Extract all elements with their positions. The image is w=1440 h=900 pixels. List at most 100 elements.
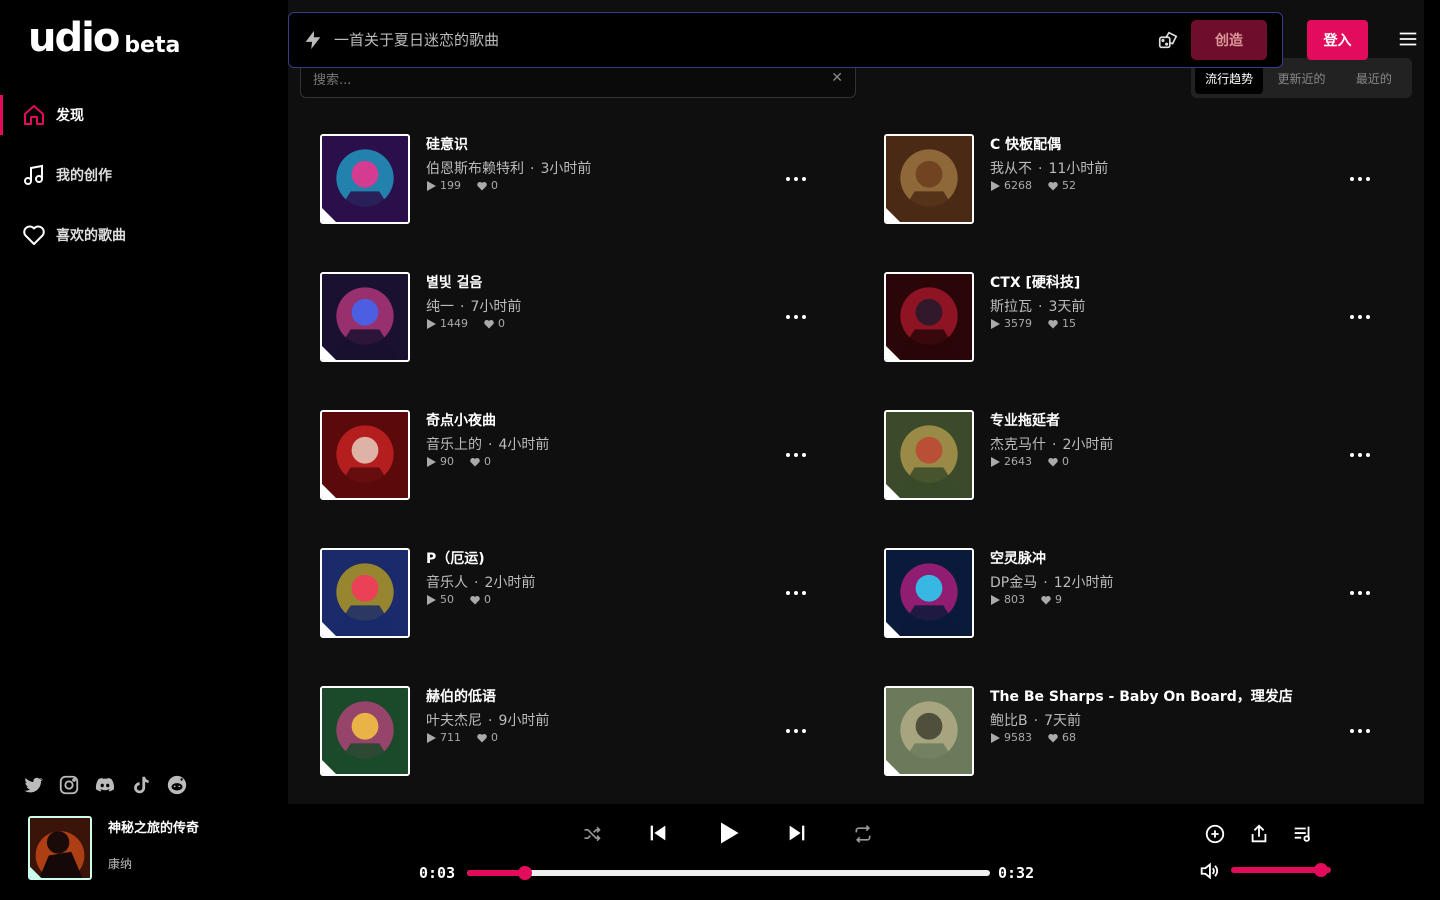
song-cover[interactable] [320, 686, 410, 776]
song-artist[interactable]: 纯一 [426, 299, 454, 315]
song-card[interactable]: 赫伯的低语 叶夫杰尼 · 9小时前 711 0 [320, 686, 816, 776]
song-artist[interactable]: 伯恩斯布赖特利 [426, 161, 524, 177]
song-card[interactable]: The Be Sharps - Baby On Board，理发店 鲍比B · 7天… [884, 686, 1380, 776]
queue-icon[interactable] [1292, 823, 1314, 845]
song-artist[interactable]: 音乐人 [426, 575, 468, 591]
song-artist[interactable]: 斯拉瓦 [990, 299, 1032, 315]
song-meta: 纯一 · 7小时前 [426, 296, 521, 316]
song-title[interactable]: The Be Sharps - Baby On Board，理发店 [990, 686, 1293, 706]
hamburger-menu-icon[interactable] [1397, 28, 1419, 50]
song-artist[interactable]: 鲍比B [990, 713, 1028, 729]
more-options-icon[interactable] [1350, 586, 1370, 600]
song-card[interactable]: 별빛 걸음 纯一 · 7小时前 1449 0 [320, 272, 816, 362]
clear-search-icon[interactable]: ✕ [831, 70, 843, 86]
previous-icon[interactable] [647, 822, 669, 844]
song-card[interactable]: C 快板配偶 我从不 · 11小时前 6268 52 [884, 134, 1380, 224]
song-cover[interactable] [884, 548, 974, 638]
more-options-icon[interactable] [786, 310, 806, 324]
dice-random-icon[interactable] [1157, 29, 1179, 51]
tab-latest[interactable]: 最近的 [1340, 62, 1408, 94]
more-options-icon[interactable] [786, 172, 806, 186]
song-artist[interactable]: 我从不 [990, 161, 1032, 177]
volume-handle[interactable] [1314, 863, 1328, 877]
song-cover[interactable] [320, 272, 410, 362]
song-title[interactable]: P（厄运) [426, 548, 485, 568]
now-playing-title[interactable]: 神秘之旅的传奇 [108, 817, 199, 836]
discord-icon[interactable] [94, 774, 116, 796]
like-count-icon [1048, 181, 1058, 190]
song-title[interactable]: 奇点小夜曲 [426, 410, 496, 430]
song-cover[interactable] [320, 548, 410, 638]
sidebar-item-label: 喜欢的歌曲 [56, 228, 126, 244]
song-cover[interactable] [320, 410, 410, 500]
song-meta: DP金马 · 12小时前 [990, 572, 1114, 592]
like-count-icon [484, 319, 494, 328]
separator-dot: · [530, 161, 535, 177]
shuffle-icon[interactable] [582, 824, 602, 844]
song-card[interactable]: 奇点小夜曲 音乐上的 · 4小时前 90 0 [320, 410, 816, 500]
song-card[interactable]: P（厄运) 音乐人 · 2小时前 50 0 [320, 548, 816, 638]
tiktok-icon[interactable] [130, 774, 152, 796]
create-button[interactable]: 创造 [1191, 20, 1267, 60]
song-title[interactable]: 空灵脉冲 [990, 548, 1046, 568]
repeat-icon[interactable] [853, 824, 873, 844]
song-cover[interactable] [320, 134, 410, 224]
instagram-icon[interactable] [58, 774, 80, 796]
like-count-icon [1048, 457, 1058, 466]
sidebar-nav: 发现 我的创作 喜欢的歌曲 [0, 95, 288, 275]
more-options-icon[interactable] [1350, 724, 1370, 738]
song-stats: 711 0 [426, 731, 498, 744]
play-count: 711 [440, 731, 461, 744]
next-icon[interactable] [786, 822, 808, 844]
song-cover[interactable] [884, 410, 974, 500]
song-card[interactable]: 专业拖延者 杰克马什 · 2小时前 2643 0 [884, 410, 1380, 500]
song-artist[interactable]: 叶夫杰尼 [426, 713, 482, 729]
song-cover[interactable] [884, 686, 974, 776]
song-title[interactable]: 赫伯的低语 [426, 686, 496, 706]
share-icon[interactable] [1248, 823, 1270, 845]
song-card[interactable]: CTX [硬科技] 斯拉瓦 · 3天前 3579 15 [884, 272, 1380, 362]
song-artist[interactable]: 杰克马什 [990, 437, 1046, 453]
volume-icon[interactable] [1198, 860, 1220, 882]
more-options-icon[interactable] [786, 724, 806, 738]
like-count: 0 [484, 455, 491, 468]
sidebar-item-liked-songs[interactable]: 喜欢的歌曲 [0, 215, 288, 255]
song-title[interactable]: 专业拖延者 [990, 410, 1060, 430]
progress-handle[interactable] [517, 866, 532, 880]
song-time: 3天前 [1048, 299, 1086, 315]
progress-fill [467, 870, 525, 876]
more-options-icon[interactable] [786, 586, 806, 600]
twitter-icon[interactable] [22, 774, 44, 796]
song-card[interactable]: 空灵脉冲 DP金马 · 12小时前 803 9 [884, 548, 1380, 638]
song-cover[interactable] [884, 272, 974, 362]
progress-bar[interactable] [467, 866, 990, 880]
more-options-icon[interactable] [1350, 310, 1370, 324]
more-options-icon[interactable] [1350, 172, 1370, 186]
add-circle-icon[interactable] [1204, 823, 1226, 845]
more-options-icon[interactable] [1350, 448, 1370, 462]
volume-slider[interactable] [1231, 863, 1331, 877]
song-artist[interactable]: 音乐上的 [426, 437, 482, 453]
separator-dot: · [488, 437, 493, 453]
separator-dot: · [1038, 299, 1043, 315]
song-title[interactable]: CTX [硬科技] [990, 272, 1080, 292]
now-playing-cover[interactable] [28, 816, 92, 880]
prompt-input[interactable] [334, 31, 1157, 49]
now-playing-artist[interactable]: 康纳 [108, 855, 132, 872]
song-card[interactable]: 硅意识 伯恩斯布赖特利 · 3小时前 199 0 [320, 134, 816, 224]
song-title[interactable]: 硅意识 [426, 134, 468, 154]
sidebar-item-my-creations[interactable]: 我的创作 [0, 155, 288, 195]
login-button[interactable]: 登入 [1307, 20, 1368, 60]
song-cover[interactable] [884, 134, 974, 224]
more-options-icon[interactable] [786, 448, 806, 462]
song-artist[interactable]: DP金马 [990, 575, 1037, 591]
udio-logo[interactable]: udio beta [28, 18, 180, 58]
song-title[interactable]: 별빛 걸음 [426, 272, 482, 292]
reddit-icon[interactable] [166, 774, 188, 796]
song-meta: 鲍比B · 7天前 [990, 710, 1081, 730]
song-title[interactable]: C 快板配偶 [990, 134, 1061, 154]
play-icon[interactable] [714, 819, 742, 847]
playback-controls [582, 822, 874, 850]
sidebar-item-discover[interactable]: 发现 [0, 95, 288, 135]
like-count: 0 [484, 593, 491, 606]
